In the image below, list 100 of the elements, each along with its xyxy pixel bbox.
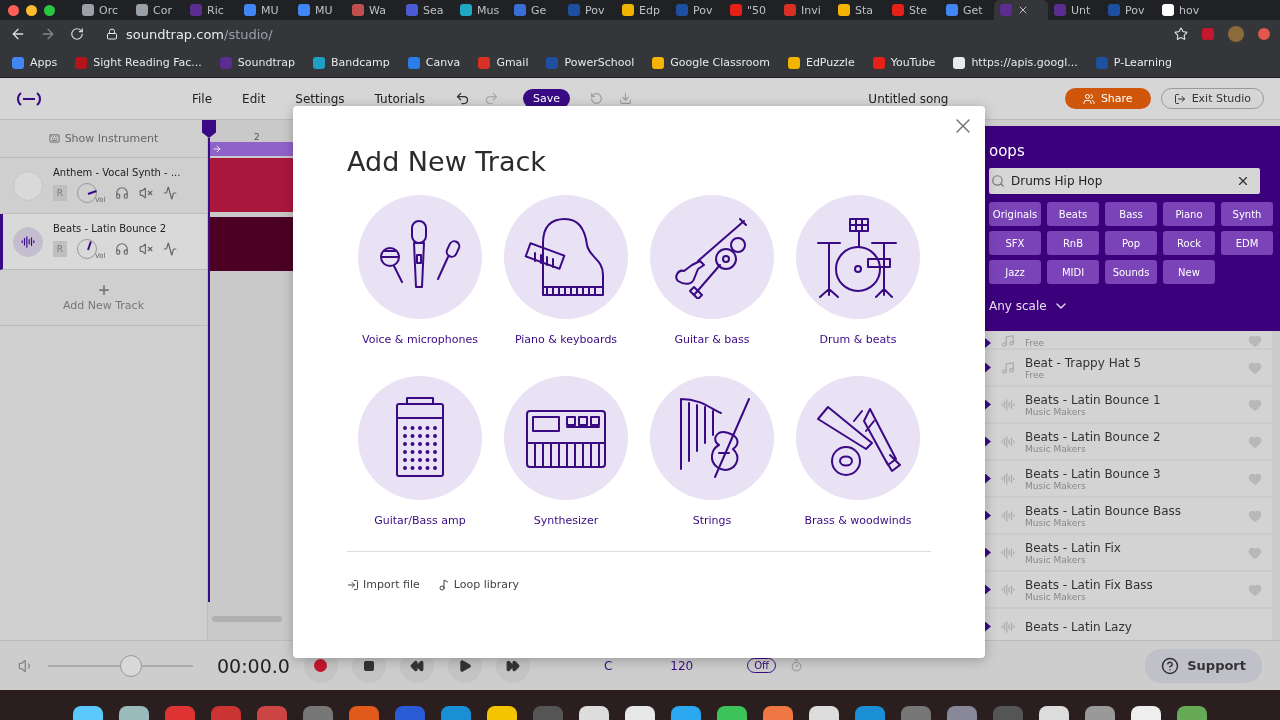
browser-tab[interactable]: Pov xyxy=(562,0,616,20)
close-tab-icon[interactable] xyxy=(1017,4,1029,16)
profile-avatar[interactable] xyxy=(1228,26,1244,42)
browser-tab[interactable]: Wa xyxy=(346,0,400,20)
browser-tab[interactable]: Ric xyxy=(184,0,238,20)
play-icon[interactable] xyxy=(985,584,991,595)
filter-tag[interactable]: EDM xyxy=(1221,231,1273,255)
browser-tab[interactable]: Sea xyxy=(400,0,454,20)
dialog-link[interactable]: Loop library xyxy=(437,578,520,591)
browser-tab[interactable]: Cor xyxy=(130,0,184,20)
menu-item[interactable]: Settings xyxy=(295,91,345,106)
play-icon[interactable] xyxy=(985,399,991,410)
play-icon[interactable] xyxy=(985,338,991,348)
browser-tab[interactable]: MU xyxy=(238,0,292,20)
browser-tab[interactable]: "50 xyxy=(724,0,778,20)
menu-item[interactable]: Edit xyxy=(242,91,266,106)
key-display[interactable]: C xyxy=(603,658,613,673)
forward-icon[interactable] xyxy=(40,26,56,42)
dock-icon[interactable] xyxy=(487,706,517,720)
browser-tab[interactable]: Pov xyxy=(1102,0,1156,20)
bookmark[interactable]: PowerSchool xyxy=(546,56,635,69)
playhead[interactable] xyxy=(202,120,216,602)
filter-tag[interactable]: Sounds xyxy=(1105,260,1157,284)
bookmark[interactable]: Apps xyxy=(12,56,58,69)
dock-icon[interactable] xyxy=(1131,706,1161,720)
play-icon[interactable] xyxy=(985,473,991,484)
filter-tag[interactable]: MIDI xyxy=(1047,260,1099,284)
filter-tag[interactable]: SFX xyxy=(989,231,1041,255)
browser-tab[interactable]: Get xyxy=(940,0,994,20)
scale-dropdown[interactable]: Any scale xyxy=(989,292,1260,314)
bookmark[interactable]: YouTube xyxy=(872,56,936,69)
bookmark[interactable]: https://apis.googl... xyxy=(953,56,1078,69)
dock-icon[interactable] xyxy=(763,706,793,720)
automation-icon[interactable] xyxy=(163,186,178,200)
maximize-window-button[interactable] xyxy=(44,4,55,16)
share-button[interactable]: Share xyxy=(1064,88,1151,109)
clear-icon[interactable] xyxy=(1236,174,1250,188)
minimize-window-button[interactable] xyxy=(26,4,37,16)
filter-tag[interactable]: Originals xyxy=(989,202,1041,226)
dock-icon[interactable] xyxy=(73,706,103,720)
back-icon[interactable] xyxy=(10,26,26,42)
filter-tag[interactable]: Pop xyxy=(1105,231,1157,255)
extension-icon[interactable] xyxy=(1258,28,1270,40)
headphones-icon[interactable] xyxy=(115,242,130,256)
dock-icon[interactable] xyxy=(1177,706,1207,720)
bookmark[interactable]: P-Learning xyxy=(1095,56,1172,69)
browser-tab[interactable]: Ge xyxy=(508,0,562,20)
dock-icon[interactable] xyxy=(1039,706,1069,720)
loop-item[interactable]: Beats - Latin Bounce 1 Music Makers xyxy=(985,387,1272,422)
bookmark[interactable]: Bandcamp xyxy=(313,56,390,69)
automation-icon[interactable] xyxy=(163,242,178,256)
bookmark[interactable]: Google Classroom xyxy=(652,56,770,69)
dialog-link[interactable]: Import file xyxy=(347,578,420,591)
browser-tab[interactable]: Sta xyxy=(832,0,886,20)
mute-icon[interactable] xyxy=(139,186,154,200)
close-window-button[interactable] xyxy=(8,4,19,16)
play-icon[interactable] xyxy=(985,510,991,521)
song-title[interactable]: Untitled song xyxy=(748,91,949,106)
play-icon[interactable] xyxy=(985,547,991,558)
loop-item[interactable]: Beats - Latin Bounce Bass Music Makers xyxy=(985,498,1272,533)
bookmark[interactable]: Sight Reading Fac... xyxy=(75,56,202,69)
play-icon[interactable] xyxy=(985,436,991,447)
browser-tab[interactable]: Edp xyxy=(616,0,670,20)
dock-icon[interactable] xyxy=(625,706,655,720)
bookmark-star-icon[interactable] xyxy=(1174,27,1188,41)
loop-item[interactable]: Beats - Latin Fix Bass Music Makers xyxy=(985,572,1272,607)
browser-tab[interactable]: Mus xyxy=(454,0,508,20)
filter-tag[interactable]: Beats xyxy=(1047,202,1099,226)
filter-tag[interactable]: Synth xyxy=(1221,202,1273,226)
play-icon[interactable] xyxy=(985,621,991,632)
filter-tag[interactable]: Bass xyxy=(1105,202,1157,226)
play-icon[interactable] xyxy=(985,362,991,373)
browser-tab[interactable]: MU xyxy=(292,0,346,20)
mute-icon[interactable] xyxy=(139,242,154,256)
bookmark[interactable]: Soundtrap xyxy=(219,56,295,69)
loop-item[interactable]: Beats - Latin Fix Music Makers xyxy=(985,535,1272,570)
headphones-icon[interactable] xyxy=(115,186,130,200)
tempo-display[interactable]: 120 xyxy=(670,658,694,673)
scrollbar[interactable] xyxy=(212,616,282,622)
browser-tab[interactable]: hov xyxy=(1156,0,1210,20)
undo-icon[interactable] xyxy=(454,91,470,106)
dock-icon[interactable] xyxy=(1085,706,1115,720)
reload-icon[interactable] xyxy=(70,27,84,41)
loop-item[interactable]: Beats - Latin Bounce 3 Music Makers xyxy=(985,461,1272,496)
menu-item[interactable]: File xyxy=(192,91,213,106)
browser-tab[interactable]: Invi xyxy=(778,0,832,20)
loop-item[interactable]: Beats - Latin Bounce 2 Music Makers xyxy=(985,424,1272,459)
bookmark[interactable]: EdPuzzle xyxy=(787,56,855,69)
browser-tab[interactable]: Pov xyxy=(670,0,724,20)
dock-icon[interactable] xyxy=(717,706,747,720)
dock-icon[interactable] xyxy=(671,706,701,720)
dock-icon[interactable] xyxy=(119,706,149,720)
filter-tag[interactable]: Piano xyxy=(1163,202,1215,226)
browser-tab[interactable]: Unt xyxy=(1048,0,1102,20)
bookmark[interactable]: Gmail xyxy=(478,56,529,69)
bookmark[interactable]: Canva xyxy=(407,56,461,69)
support-button[interactable]: Support xyxy=(1145,648,1262,683)
dock-icon[interactable] xyxy=(579,706,609,720)
filter-tag[interactable]: Jazz xyxy=(989,260,1041,284)
filter-tag[interactable]: RnB xyxy=(1047,231,1099,255)
